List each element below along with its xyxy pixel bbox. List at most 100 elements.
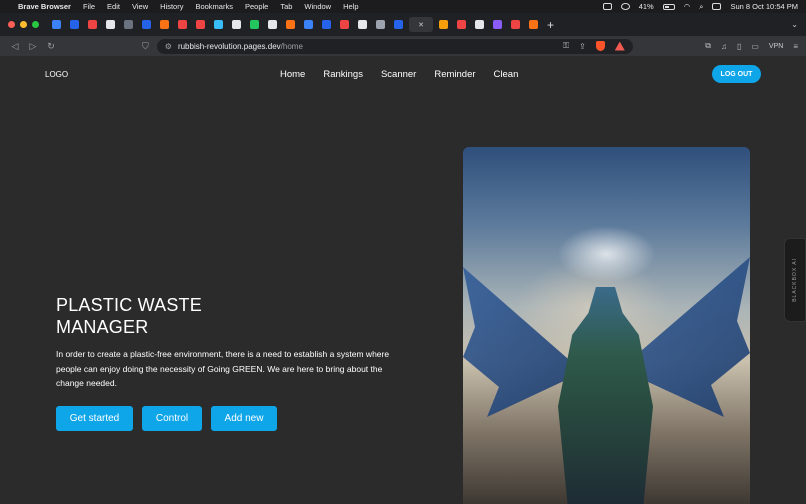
sidebar-toggle-icon[interactable]: ▯ — [737, 42, 741, 51]
browser-tab[interactable] — [121, 17, 136, 32]
new-tab-button[interactable]: + — [547, 18, 554, 32]
add-new-button[interactable]: Add new — [211, 406, 277, 431]
tab-favicon-icon — [214, 20, 223, 29]
brave-shields-icon[interactable] — [595, 41, 605, 51]
close-tab-icon[interactable]: ✕ — [418, 21, 424, 29]
browser-tab[interactable] — [301, 17, 316, 32]
tab-favicon-icon — [106, 20, 115, 29]
tab-favicon-icon — [394, 20, 403, 29]
browser-tab[interactable] — [139, 17, 154, 32]
site-settings-icon[interactable]: ⚙ — [165, 42, 172, 51]
browser-tab[interactable] — [247, 17, 262, 32]
back-button[interactable]: ◁ — [8, 41, 22, 52]
menu-icon[interactable]: ≡ — [793, 42, 798, 51]
menubar-app-name[interactable]: Brave Browser — [18, 2, 71, 11]
browser-tab[interactable] — [283, 17, 298, 32]
address-bar[interactable]: ⚙ rubbish-revolution.pages.dev/home ⚿ ⇪ — [156, 38, 633, 54]
menu-window[interactable]: Window — [304, 2, 331, 11]
browser-tab[interactable] — [436, 17, 451, 32]
brave-rewards-icon[interactable] — [614, 41, 625, 51]
battery-percent: 41% — [638, 2, 654, 11]
menu-edit[interactable]: Edit — [107, 2, 120, 11]
browser-toolbar: ◁ ▷ ↻ ⛉ ⚙ rubbish-revolution.pages.dev/h… — [0, 36, 806, 56]
window-controls — [8, 21, 39, 28]
tab-favicon-icon — [178, 20, 187, 29]
close-window-button[interactable] — [8, 21, 15, 28]
browser-tab[interactable] — [337, 17, 352, 32]
browser-tab[interactable] — [319, 17, 334, 32]
tab-list: ✕ — [49, 17, 541, 32]
share-icon[interactable]: ⇪ — [579, 42, 586, 51]
tab-favicon-icon — [70, 20, 79, 29]
menu-bookmarks[interactable]: Bookmarks — [195, 2, 233, 11]
control-center-icon[interactable] — [712, 3, 722, 10]
browser-tab[interactable] — [391, 17, 406, 32]
tab-favicon-icon — [304, 20, 313, 29]
tab-favicon-icon — [511, 20, 520, 29]
logout-button[interactable]: LOG OUT — [712, 65, 761, 83]
browser-tab[interactable] — [526, 17, 541, 32]
tab-favicon-icon — [250, 20, 259, 29]
menu-help[interactable]: Help — [343, 2, 358, 11]
menubar-datetime[interactable]: Sun 8 Oct 10:54 PM — [730, 2, 798, 11]
bookmark-icon[interactable]: ⛉ — [142, 41, 149, 52]
tab-favicon-icon — [160, 20, 169, 29]
vpn-button[interactable]: VPN — [769, 43, 783, 50]
minimize-window-button[interactable] — [20, 21, 27, 28]
browser-tab[interactable] — [103, 17, 118, 32]
tab-favicon-icon — [376, 20, 385, 29]
address-bar-actions: ⚿ ⇪ — [563, 41, 625, 51]
forward-button[interactable]: ▷ — [26, 41, 40, 52]
menu-people[interactable]: People — [245, 2, 268, 11]
music-icon[interactable]: ♫ — [721, 42, 727, 51]
extensions-icon[interactable]: ⧉ — [705, 41, 711, 51]
tab-search-chevron-icon[interactable]: ⌄ — [791, 20, 798, 29]
browser-tab[interactable] — [67, 17, 82, 32]
site-logo[interactable]: LOGO — [45, 70, 68, 79]
menu-file[interactable]: File — [83, 2, 95, 11]
menu-tab[interactable]: Tab — [280, 2, 292, 11]
control-button[interactable]: Control — [142, 406, 202, 431]
browser-tab[interactable] — [85, 17, 100, 32]
browser-tab[interactable] — [472, 17, 487, 32]
active-browser-tab[interactable]: ✕ — [409, 17, 433, 32]
browser-tab[interactable] — [49, 17, 64, 32]
menu-view[interactable]: View — [132, 2, 148, 11]
menu-history[interactable]: History — [160, 2, 183, 11]
wallet-icon[interactable]: ▭ — [751, 42, 759, 51]
nav-reminder[interactable]: Reminder — [434, 69, 475, 80]
toolbar-right: ⧉ ♫ ▯ ▭ VPN ≡ — [705, 41, 798, 51]
wifi-icon[interactable]: ◠ — [684, 2, 691, 11]
browser-tab[interactable] — [211, 17, 226, 32]
media-play-icon[interactable] — [620, 3, 630, 10]
reload-button[interactable]: ↻ — [44, 41, 58, 52]
browser-tab[interactable] — [265, 17, 280, 32]
blackbox-ai-widget[interactable]: BLACKBOX AI — [784, 238, 806, 322]
webpage: LOGO Home Rankings Scanner Reminder Clea… — [0, 56, 806, 504]
nav-home[interactable]: Home — [280, 69, 305, 80]
url-path: /home — [280, 41, 303, 51]
nav-clean[interactable]: Clean — [494, 69, 519, 80]
browser-tab[interactable] — [373, 17, 388, 32]
browser-tab[interactable] — [454, 17, 469, 32]
nav-scanner[interactable]: Scanner — [381, 69, 416, 80]
browser-tab[interactable] — [490, 17, 505, 32]
browser-tab[interactable] — [355, 17, 370, 32]
get-started-button[interactable]: Get started — [56, 406, 133, 431]
browser-tab[interactable] — [508, 17, 523, 32]
browser-tab[interactable] — [193, 17, 208, 32]
tab-strip: ✕ + ⌄ — [0, 13, 806, 36]
browser-tab[interactable] — [157, 17, 172, 32]
zoom-window-button[interactable] — [32, 21, 39, 28]
screen-mirroring-icon[interactable] — [602, 3, 612, 10]
key-icon[interactable]: ⚿ — [563, 41, 569, 51]
browser-tab[interactable] — [175, 17, 190, 32]
macos-menubar: Brave Browser File Edit View History Boo… — [0, 0, 806, 13]
search-icon[interactable]: ⌕ — [699, 2, 703, 12]
blackbox-ai-label: BLACKBOX AI — [792, 258, 798, 302]
tab-favicon-icon — [340, 20, 349, 29]
battery-icon[interactable] — [662, 3, 675, 10]
tab-favicon-icon — [88, 20, 97, 29]
browser-tab[interactable] — [229, 17, 244, 32]
nav-rankings[interactable]: Rankings — [323, 69, 363, 80]
